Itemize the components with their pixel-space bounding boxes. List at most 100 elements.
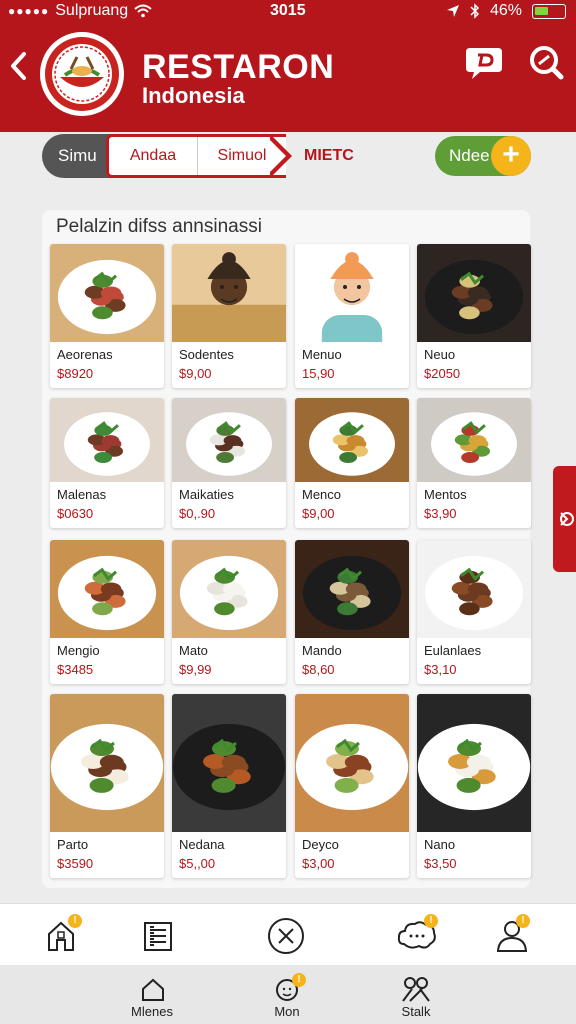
app-header: ●●●●● Sulpruang 3015 46% RESTARON Indone… [0, 0, 576, 132]
menu-item-price: $8920 [57, 366, 94, 381]
menu-item-photo [50, 244, 164, 342]
tab-label-menus[interactable]: Mlenes [112, 1004, 192, 1019]
menu-item-photo [295, 694, 409, 832]
menu-item-photo [172, 244, 286, 342]
menu-item-card[interactable]: Parto $3590 [50, 694, 164, 878]
menu-item-price: $0,.90 [179, 506, 216, 521]
carrier-label: Sulpruang [55, 2, 129, 19]
menu-item-card[interactable]: Maikaties $0,.90 [172, 398, 286, 528]
back-chevron-icon[interactable] [6, 48, 32, 84]
menu-item-name: Sodentes [179, 347, 234, 362]
logo-emblem-icon [45, 37, 119, 111]
menu-item-photo [417, 540, 531, 638]
menu-list-icon[interactable] [142, 920, 174, 952]
menu-item-name: Aeorenas [57, 347, 113, 362]
wifi-icon [134, 4, 152, 18]
people-tab-icon[interactable] [400, 975, 432, 1003]
menu-item-name: Deyco [302, 837, 339, 852]
menu-item-card[interactable]: Deyco $3,00 [295, 694, 409, 878]
tab-label-mon[interactable]: Mon [247, 1004, 327, 1019]
menu-item-card[interactable]: Mengio $3485 [50, 540, 164, 684]
menu-item-photo [295, 398, 409, 482]
menu-item-photo [417, 694, 531, 832]
tab-andaa[interactable]: Andaa [109, 137, 197, 175]
menu-item-name: Eulanlaes [424, 643, 482, 658]
menu-item-card[interactable]: Eulanlaes $3,10 [417, 540, 531, 684]
menu-item-price: $3,00 [302, 856, 335, 871]
menu-item-card[interactable]: Sodentes $9,00 [172, 244, 286, 388]
home-tab-icon[interactable] [140, 977, 166, 1003]
bottom-toolbar: ! ! ! [0, 903, 576, 965]
breadcrumb: Andaa Simuol [106, 134, 286, 178]
menu-item-photo [50, 540, 164, 638]
menu-item-photo [172, 694, 286, 832]
menu-item-name: Malenas [57, 487, 107, 502]
menu-item-card[interactable]: Nano $3,50 [417, 694, 531, 878]
bluetooth-icon [470, 3, 480, 19]
battery-percent: 46% [489, 2, 522, 19]
menu-item-name: Neuo [424, 347, 456, 362]
menu-item-card[interactable]: Neuo $2050 [417, 244, 531, 388]
menu-item-card[interactable]: Mentos $3,90 [417, 398, 531, 528]
menu-item-price: $8,60 [302, 662, 335, 677]
battery-icon [532, 3, 566, 19]
menu-item-photo [417, 398, 531, 482]
breadcrumb-arrow-inner [268, 138, 286, 174]
menu-item-name: Mentos [424, 487, 467, 502]
menu-item-card[interactable]: Mando $8,60 [295, 540, 409, 684]
menu-item-price: $3,90 [424, 506, 457, 521]
menu-item-photo [417, 244, 531, 342]
menu-item-name: Mengio [57, 643, 100, 658]
menu-item-price: $3485 [57, 662, 94, 677]
menu-item-card[interactable]: Menco $9,00 [295, 398, 409, 528]
menu-item-name: Menco [302, 487, 342, 502]
restaurant-title: RESTARON [142, 48, 335, 86]
menu-heading: Pelalzin difss annsinassi [56, 216, 262, 237]
add-order-label: Ndee [449, 146, 490, 165]
home-badge: ! [68, 914, 82, 928]
close-circle-icon[interactable] [266, 916, 306, 956]
menu-item-card[interactable]: Mato $9,99 [172, 540, 286, 684]
menu-item-price: $9,99 [179, 662, 212, 677]
profile-badge: ! [516, 914, 530, 928]
menu-item-price: 15,90 [302, 366, 335, 381]
menu-item-name: Maikaties [179, 487, 234, 502]
tab-bar: Mlenes ! Mon Stalk [0, 965, 576, 1024]
side-drawer-handle[interactable] [553, 466, 576, 572]
drawer-icon [560, 512, 574, 526]
menu-item-card[interactable]: Aeorenas $8920 [50, 244, 164, 388]
plus-icon: + [491, 136, 531, 176]
chat-badge: ! [424, 914, 438, 928]
menu-item-price: $0630 [57, 506, 94, 521]
menu-item-price: $9,00 [179, 366, 212, 381]
tab-current[interactable]: MIETC [304, 134, 354, 178]
menu-item-price: $3,10 [424, 662, 457, 677]
battery-level [535, 6, 548, 15]
menu-item-price: $9,00 [302, 506, 335, 521]
signal-icon: ●●●●● [8, 4, 50, 18]
menu-item-name: Mato [179, 643, 208, 658]
clock: 3015 [270, 2, 306, 19]
location-icon [446, 5, 459, 17]
menu-item-price: $3,50 [424, 856, 457, 871]
menu-item-card[interactable]: Nedana $5,,00 [172, 694, 286, 878]
menu-item-price: $2050 [424, 366, 461, 381]
menu-item-photo [50, 694, 164, 832]
tab-label-stalk[interactable]: Stalk [376, 1004, 456, 1019]
mon-badge: ! [292, 973, 306, 987]
menu-item-price: $3590 [57, 856, 94, 871]
menu-item-card[interactable]: Menuo 15,90 [295, 244, 409, 388]
menu-item-photo [172, 398, 286, 482]
menu-item-name: Parto [57, 837, 89, 852]
menu-item-name: Nedana [179, 837, 225, 852]
add-order-button[interactable]: Ndee + [435, 136, 531, 176]
menu-item-name: Menuo [302, 347, 342, 362]
menu-item-price: $5,,00 [179, 856, 216, 871]
menu-item-card[interactable]: Malenas $0630 [50, 398, 164, 528]
menu-item-name: Mando [302, 643, 342, 658]
search-icon[interactable] [526, 42, 566, 82]
status-bar: ●●●●● Sulpruang 3015 46% [0, 0, 576, 24]
menu-item-name: Nano [424, 837, 456, 852]
restaurant-logo [40, 32, 124, 116]
chat-bubble-icon[interactable] [464, 42, 504, 82]
